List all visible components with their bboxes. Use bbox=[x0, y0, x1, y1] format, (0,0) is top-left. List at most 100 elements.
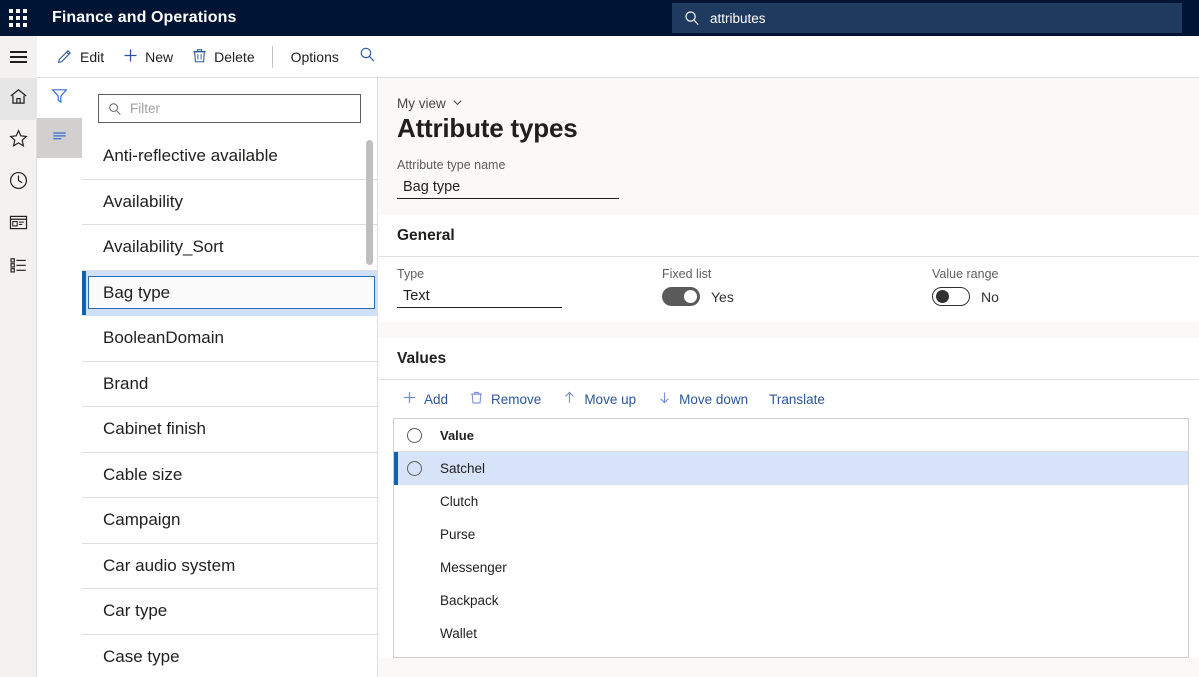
translate-label: Translate bbox=[769, 392, 825, 407]
values-grid-header: Value bbox=[394, 419, 1188, 452]
global-search-input[interactable]: attributes bbox=[672, 3, 1182, 33]
navigation-menu-button[interactable] bbox=[0, 36, 37, 78]
selection-indicator bbox=[82, 271, 86, 316]
list-item[interactable]: Anti-reflective available bbox=[82, 134, 377, 180]
options-button[interactable]: Options bbox=[281, 41, 349, 73]
row-value: Satchel bbox=[440, 461, 485, 476]
type-input[interactable]: Text bbox=[397, 284, 562, 308]
attribute-type-list[interactable]: Anti-reflective available Availability Ava… bbox=[82, 134, 377, 677]
edit-label: Edit bbox=[80, 49, 104, 65]
row-selection-indicator bbox=[394, 452, 398, 485]
list-item[interactable]: BooleanDomain bbox=[82, 316, 377, 362]
general-section-header[interactable]: General bbox=[379, 215, 1199, 257]
values-grid: Value Satchel Clutch Purse Messenger Backpac… bbox=[393, 418, 1189, 658]
list-item[interactable]: Cable size bbox=[82, 453, 377, 499]
new-button[interactable]: New bbox=[113, 41, 182, 73]
waffle-grid-icon[interactable] bbox=[0, 0, 36, 36]
list-item[interactable]: Car type bbox=[82, 589, 377, 635]
fixed-list-field-group: Fixed list Yes bbox=[662, 267, 734, 306]
filter-tab[interactable] bbox=[37, 78, 82, 118]
values-section-header[interactable]: Values bbox=[379, 338, 1199, 380]
top-navigation-bar: Finance and Operations attributes bbox=[0, 0, 1199, 36]
fixed-list-label: Fixed list bbox=[662, 267, 734, 281]
home-button[interactable] bbox=[0, 78, 37, 120]
list-item[interactable]: Case type bbox=[82, 635, 377, 677]
list-scrollbar-thumb[interactable] bbox=[366, 140, 373, 265]
table-row[interactable]: Satchel bbox=[394, 452, 1188, 485]
list-item-label: Availability bbox=[103, 192, 183, 212]
search-icon bbox=[359, 46, 376, 68]
list-tab[interactable] bbox=[37, 118, 82, 158]
add-value-button[interactable]: Add bbox=[393, 386, 457, 412]
plus-icon bbox=[122, 47, 139, 67]
list-item[interactable]: Bag type bbox=[82, 271, 377, 317]
modules-button[interactable] bbox=[0, 246, 37, 288]
trash-icon bbox=[469, 390, 484, 408]
filter-funnel-icon bbox=[50, 86, 69, 110]
table-row[interactable]: Wallet bbox=[394, 617, 1188, 650]
row-value: Purse bbox=[440, 527, 475, 542]
list-panel: Filter Anti-reflective available Availabi… bbox=[37, 78, 378, 677]
move-down-button[interactable]: Move down bbox=[648, 386, 757, 412]
table-row[interactable]: Clutch bbox=[394, 485, 1188, 518]
list-item[interactable]: Brand bbox=[82, 362, 377, 408]
recent-button[interactable] bbox=[0, 162, 37, 204]
favorites-button[interactable] bbox=[0, 120, 37, 162]
list-lines-icon bbox=[50, 126, 69, 150]
value-column-header: Value bbox=[440, 428, 474, 443]
chevron-down-icon bbox=[452, 96, 463, 111]
view-selector[interactable]: My view bbox=[397, 96, 463, 111]
filter-input[interactable]: Filter bbox=[98, 94, 361, 123]
move-up-label: Move up bbox=[584, 392, 636, 407]
value-range-toggle[interactable] bbox=[932, 287, 970, 306]
list-item-label: Brand bbox=[103, 374, 148, 394]
general-card: General Type Text Fixed list Yes Value r… bbox=[379, 215, 1199, 322]
filter-placeholder: Filter bbox=[130, 101, 160, 116]
type-label: Type bbox=[397, 267, 562, 281]
attribute-type-name-input[interactable]: Bag type bbox=[397, 175, 619, 199]
general-section-body: Type Text Fixed list Yes Value range No bbox=[379, 257, 1199, 322]
value-range-label: Value range bbox=[932, 267, 999, 281]
list-item-label: Campaign bbox=[103, 510, 181, 530]
add-value-label: Add bbox=[424, 392, 448, 407]
list-item[interactable]: Availability bbox=[82, 180, 377, 226]
edit-button[interactable]: Edit bbox=[48, 41, 113, 73]
value-range-state: No bbox=[981, 289, 999, 305]
command-divider bbox=[272, 46, 273, 68]
row-radio[interactable] bbox=[407, 461, 422, 476]
table-row[interactable]: Messenger bbox=[394, 551, 1188, 584]
list-icon bbox=[8, 254, 29, 280]
row-value: Wallet bbox=[440, 626, 477, 641]
row-value: Clutch bbox=[440, 494, 478, 509]
attribute-type-name-label: Attribute type name bbox=[397, 158, 1199, 172]
list-item-label: Case type bbox=[103, 647, 180, 667]
table-row[interactable]: Backpack bbox=[394, 584, 1188, 617]
list-item[interactable]: Availability_Sort bbox=[82, 225, 377, 271]
select-all-radio[interactable] bbox=[407, 428, 422, 443]
app-title: Finance and Operations bbox=[52, 9, 236, 27]
row-value: Backpack bbox=[440, 593, 499, 608]
new-label: New bbox=[145, 49, 173, 65]
command-search-button[interactable] bbox=[349, 46, 386, 68]
remove-value-button[interactable]: Remove bbox=[460, 386, 550, 412]
search-icon bbox=[108, 102, 122, 116]
list-item-label: BooleanDomain bbox=[103, 328, 224, 348]
list-item[interactable]: Campaign bbox=[82, 498, 377, 544]
list-body: Filter Anti-reflective available Availabi… bbox=[82, 78, 377, 677]
translate-button[interactable]: Translate bbox=[760, 388, 834, 411]
list-item-label: Car type bbox=[103, 601, 167, 621]
list-item[interactable]: Cabinet finish bbox=[82, 407, 377, 453]
page-title: Attribute types bbox=[397, 113, 1199, 144]
values-card: Values Add Remove Move up bbox=[379, 338, 1199, 658]
home-icon bbox=[8, 86, 29, 112]
list-item[interactable]: Car audio system bbox=[82, 544, 377, 590]
value-range-field-group: Value range No bbox=[932, 267, 999, 306]
move-up-button[interactable]: Move up bbox=[553, 386, 645, 412]
arrow-up-icon bbox=[562, 390, 577, 408]
list-item-label: Bag type bbox=[88, 276, 375, 309]
delete-label: Delete bbox=[214, 49, 254, 65]
workspaces-button[interactable] bbox=[0, 204, 37, 246]
fixed-list-toggle[interactable] bbox=[662, 287, 700, 306]
table-row[interactable]: Purse bbox=[394, 518, 1188, 551]
delete-button[interactable]: Delete bbox=[182, 41, 263, 73]
